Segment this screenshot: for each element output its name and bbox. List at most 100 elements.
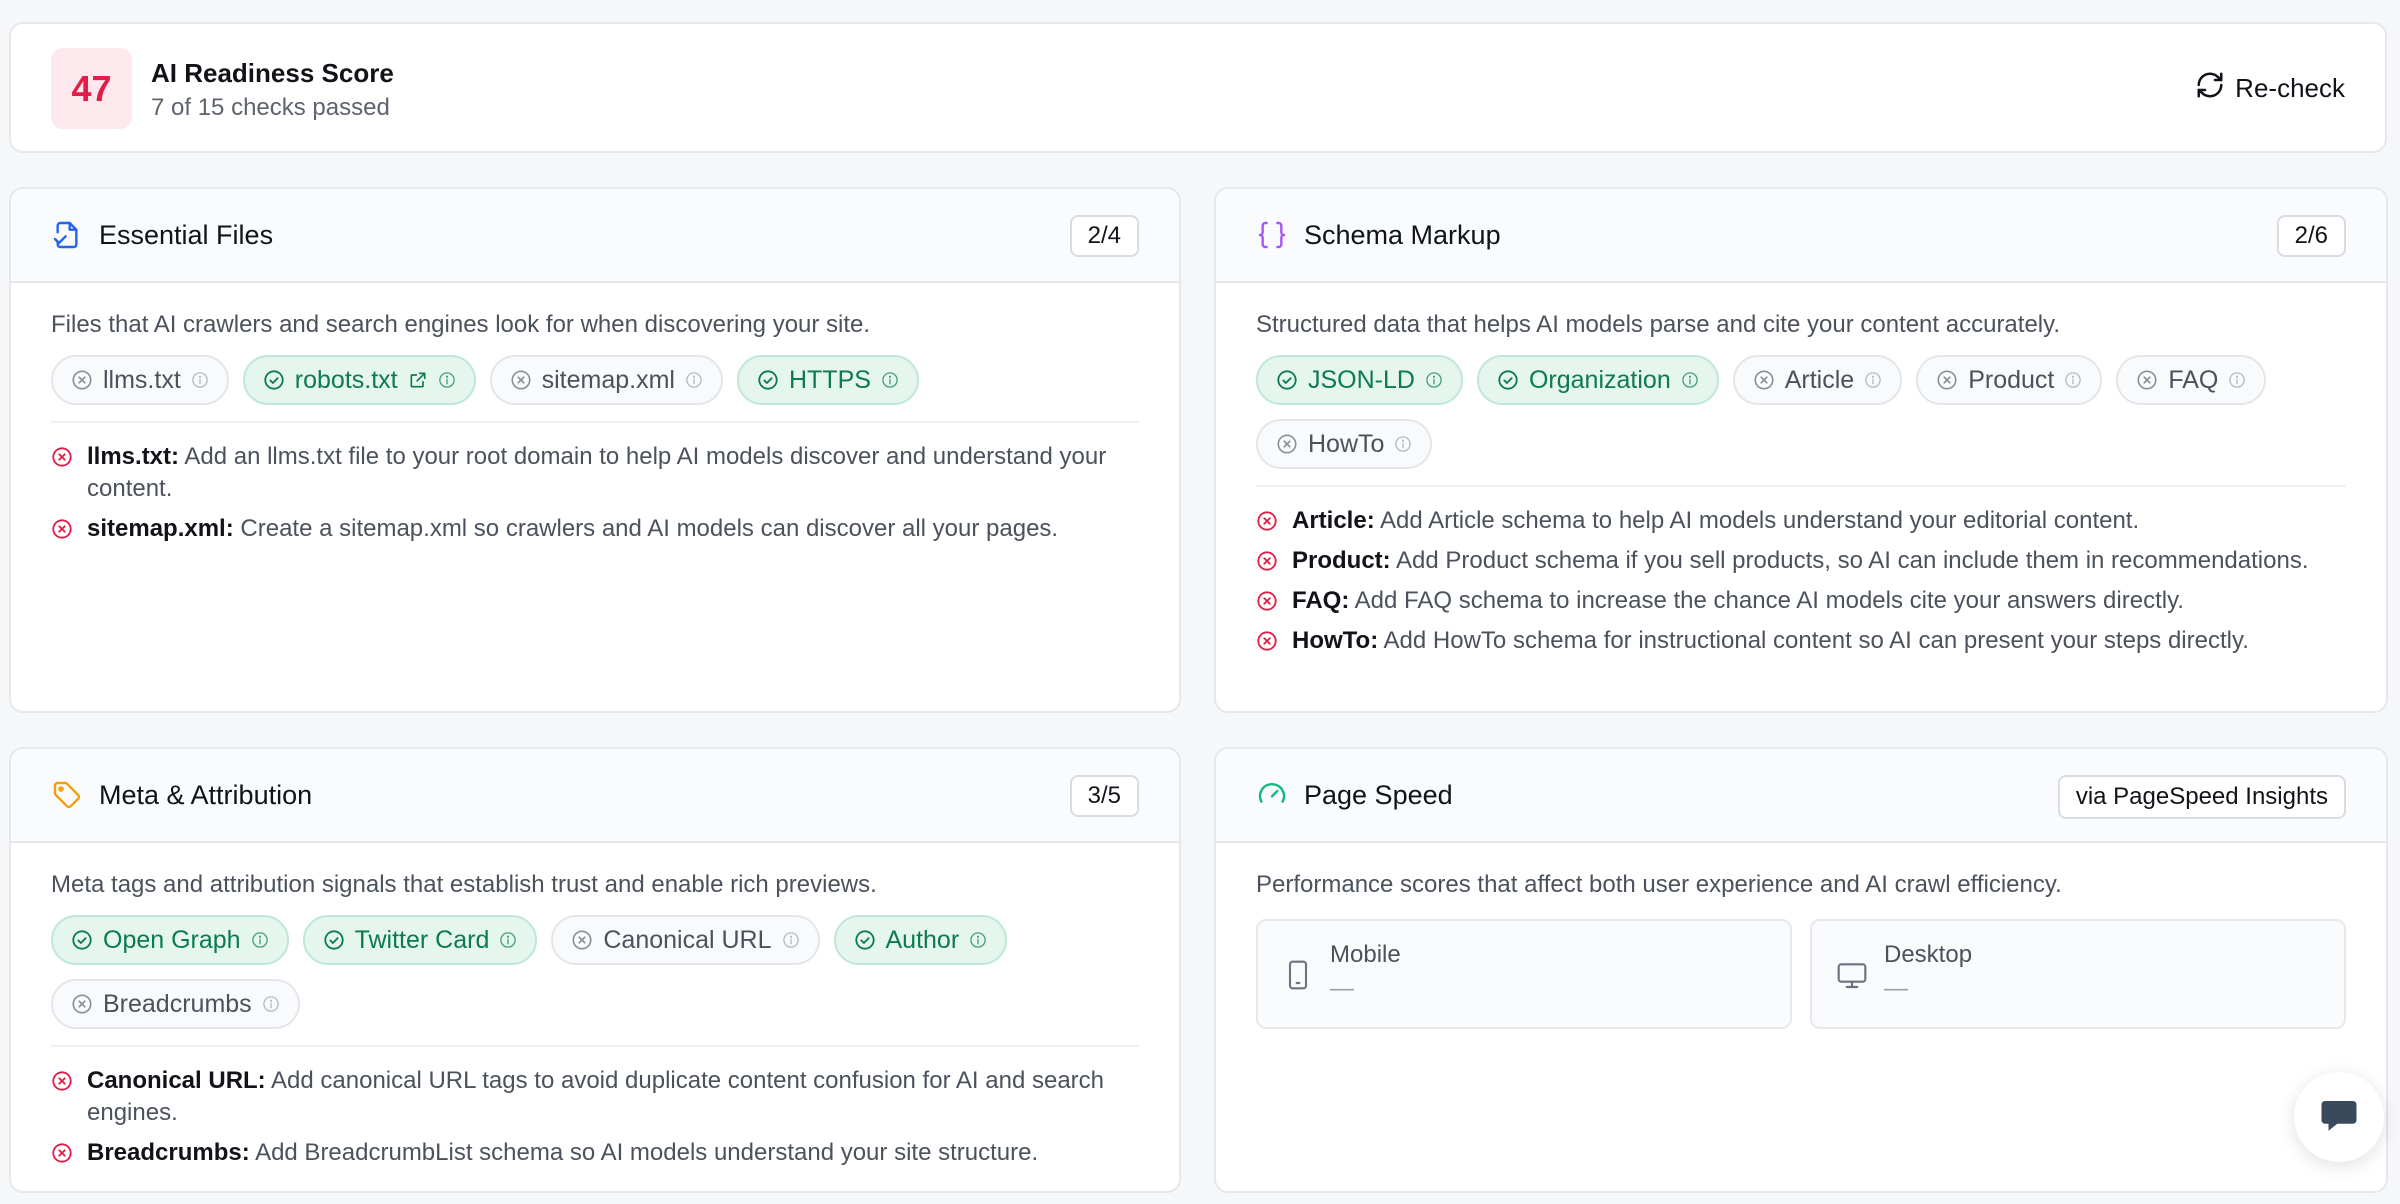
info-icon[interactable] <box>2064 371 2082 389</box>
info-icon[interactable] <box>685 371 703 389</box>
mobile-value: — <box>1330 975 1354 1002</box>
chip-list: Open Graph Twitter Card Canonical URL Autho… <box>51 915 1139 1047</box>
mobile-score-box: Mobile — <box>1256 919 1792 1029</box>
info-icon[interactable] <box>191 371 209 389</box>
chip-list: JSON-LD Organization Article Product FAQ HowT… <box>1256 355 2346 487</box>
issue-item: sitemap.xml: Create a sitemap.xml so cra… <box>51 513 1139 545</box>
chip-label: robots.txt <box>294 365 398 394</box>
page-speed-header: Page Speed via PageSpeed Insights <box>1216 749 2386 843</box>
check-circle-icon <box>263 369 285 391</box>
issue-item: llms.txt: Add an llms.txt file to your r… <box>51 441 1139 505</box>
essential-files-header: Essential Files 2/4 <box>11 189 1179 283</box>
count-badge: 3/5 <box>1069 775 1139 817</box>
chip-label: JSON-LD <box>1308 365 1415 394</box>
info-icon[interactable] <box>1394 435 1412 453</box>
chip-label: FAQ <box>2168 365 2219 394</box>
info-icon[interactable] <box>1425 371 1443 389</box>
check-chip[interactable]: Product <box>1916 355 2103 405</box>
chat-bubble-icon <box>2318 1094 2360 1141</box>
error-icon <box>1256 630 1278 652</box>
desktop-label: Desktop <box>1884 941 1973 968</box>
check-chip[interactable]: llms.txt <box>51 355 229 405</box>
issue-item: Breadcrumbs: Add BreadcrumbList schema s… <box>51 1137 1139 1169</box>
x-circle-icon <box>2136 369 2158 391</box>
check-chip[interactable]: Author <box>833 915 1008 965</box>
issue-name: Canonical URL: <box>87 1067 266 1094</box>
issue-description: Create a sitemap.xml so crawlers and AI … <box>240 515 1059 542</box>
count-badge: 2/4 <box>1069 215 1139 257</box>
mobile-label: Mobile <box>1330 941 1401 968</box>
info-icon[interactable] <box>499 931 517 949</box>
info-icon[interactable] <box>438 371 456 389</box>
score-title: AI Readiness Score <box>151 58 394 88</box>
chip-label: Twitter Card <box>354 925 490 954</box>
chip-label: llms.txt <box>103 365 181 394</box>
x-circle-icon <box>1276 433 1298 455</box>
info-icon[interactable] <box>1864 371 1882 389</box>
check-chip[interactable]: Open Graph <box>51 915 289 965</box>
check-chip[interactable]: JSON-LD <box>1256 355 1463 405</box>
check-chip[interactable]: Canonical URL <box>551 915 820 965</box>
meta-attribution-header: Meta & Attribution 3/5 <box>11 749 1179 843</box>
check-chip[interactable]: HTTPS <box>736 355 919 405</box>
monitor-icon <box>1836 959 1868 991</box>
issue-name: HowTo: <box>1292 627 1379 654</box>
issue-text: HowTo: Add HowTo schema for instructiona… <box>1292 625 2249 657</box>
chat-button[interactable] <box>2294 1072 2384 1162</box>
chip-label: Organization <box>1528 365 1671 394</box>
score-value: 47 <box>51 48 132 129</box>
section-description: Performance scores that affect both user… <box>1256 871 2062 898</box>
check-chip[interactable]: Twitter Card <box>302 915 538 965</box>
issue-description: Add BreadcrumbList schema so AI models u… <box>255 1139 1039 1166</box>
count-badge: 2/6 <box>2276 215 2346 257</box>
desktop-score-box: Desktop — <box>1810 919 2346 1029</box>
error-icon <box>51 1070 73 1092</box>
essential-files-card: Essential Files 2/4 Files that AI crawle… <box>9 187 1181 713</box>
check-chip[interactable]: Breadcrumbs <box>51 979 300 1029</box>
chip-label: Product <box>1968 365 2055 394</box>
refresh-icon <box>2195 70 2225 107</box>
desktop-value: — <box>1884 975 1908 1002</box>
check-chip[interactable]: Article <box>1732 355 1903 405</box>
info-icon[interactable] <box>881 371 899 389</box>
check-chip[interactable]: sitemap.xml <box>489 355 723 405</box>
chip-label: HowTo <box>1308 429 1385 458</box>
info-icon[interactable] <box>2228 371 2246 389</box>
issue-list: llms.txt: Add an llms.txt file to your r… <box>51 441 1139 545</box>
issue-text: sitemap.xml: Create a sitemap.xml so cra… <box>87 513 1058 545</box>
issue-description: Add FAQ schema to increase the chance AI… <box>1354 587 2184 614</box>
check-chip[interactable]: FAQ <box>2116 355 2267 405</box>
tag-icon <box>51 779 83 811</box>
check-chip[interactable]: HowTo <box>1256 419 1433 469</box>
issue-description: Add HowTo schema for instructional conte… <box>1383 627 2249 654</box>
check-circle-icon <box>71 929 93 951</box>
smartphone-icon <box>1282 959 1314 991</box>
issue-text: Article: Add Article schema to help AI m… <box>1292 505 2139 537</box>
check-circle-icon <box>1276 369 1298 391</box>
chip-list: llms.txt robots.txt sitemap.xml HTTPS <box>51 355 1139 423</box>
recheck-button[interactable]: Re-check <box>2195 66 2345 110</box>
issue-item: FAQ: Add FAQ schema to increase the chan… <box>1256 585 2346 617</box>
schema-markup-card: Schema Markup 2/6 Structured data that h… <box>1214 187 2388 713</box>
x-circle-icon <box>571 929 593 951</box>
issue-description: Add an llms.txt file to your root domain… <box>87 443 1107 502</box>
info-icon[interactable] <box>1681 371 1699 389</box>
issue-text: Breadcrumbs: Add BreadcrumbList schema s… <box>87 1137 1038 1169</box>
check-chip[interactable]: Organization <box>1476 355 1719 405</box>
info-icon[interactable] <box>782 931 800 949</box>
issue-item: HowTo: Add HowTo schema for instructiona… <box>1256 625 2346 657</box>
issue-item: Article: Add Article schema to help AI m… <box>1256 505 2346 537</box>
score-subtitle: 7 of 15 checks passed <box>151 94 390 121</box>
chip-label: HTTPS <box>788 365 871 394</box>
info-icon[interactable] <box>251 931 269 949</box>
info-icon[interactable] <box>969 931 987 949</box>
section-title: Schema Markup <box>1304 219 1501 250</box>
chip-label: sitemap.xml <box>541 365 675 394</box>
issue-name: Product: <box>1292 547 1391 574</box>
source-badge: via PageSpeed Insights <box>2057 775 2346 819</box>
check-chip[interactable]: robots.txt <box>242 355 476 405</box>
issue-description: Add Product schema if you sell products,… <box>1396 547 2309 574</box>
info-icon[interactable] <box>262 995 280 1013</box>
issue-text: Canonical URL: Add canonical URL tags to… <box>87 1065 1139 1129</box>
external-link-icon[interactable] <box>408 370 428 390</box>
